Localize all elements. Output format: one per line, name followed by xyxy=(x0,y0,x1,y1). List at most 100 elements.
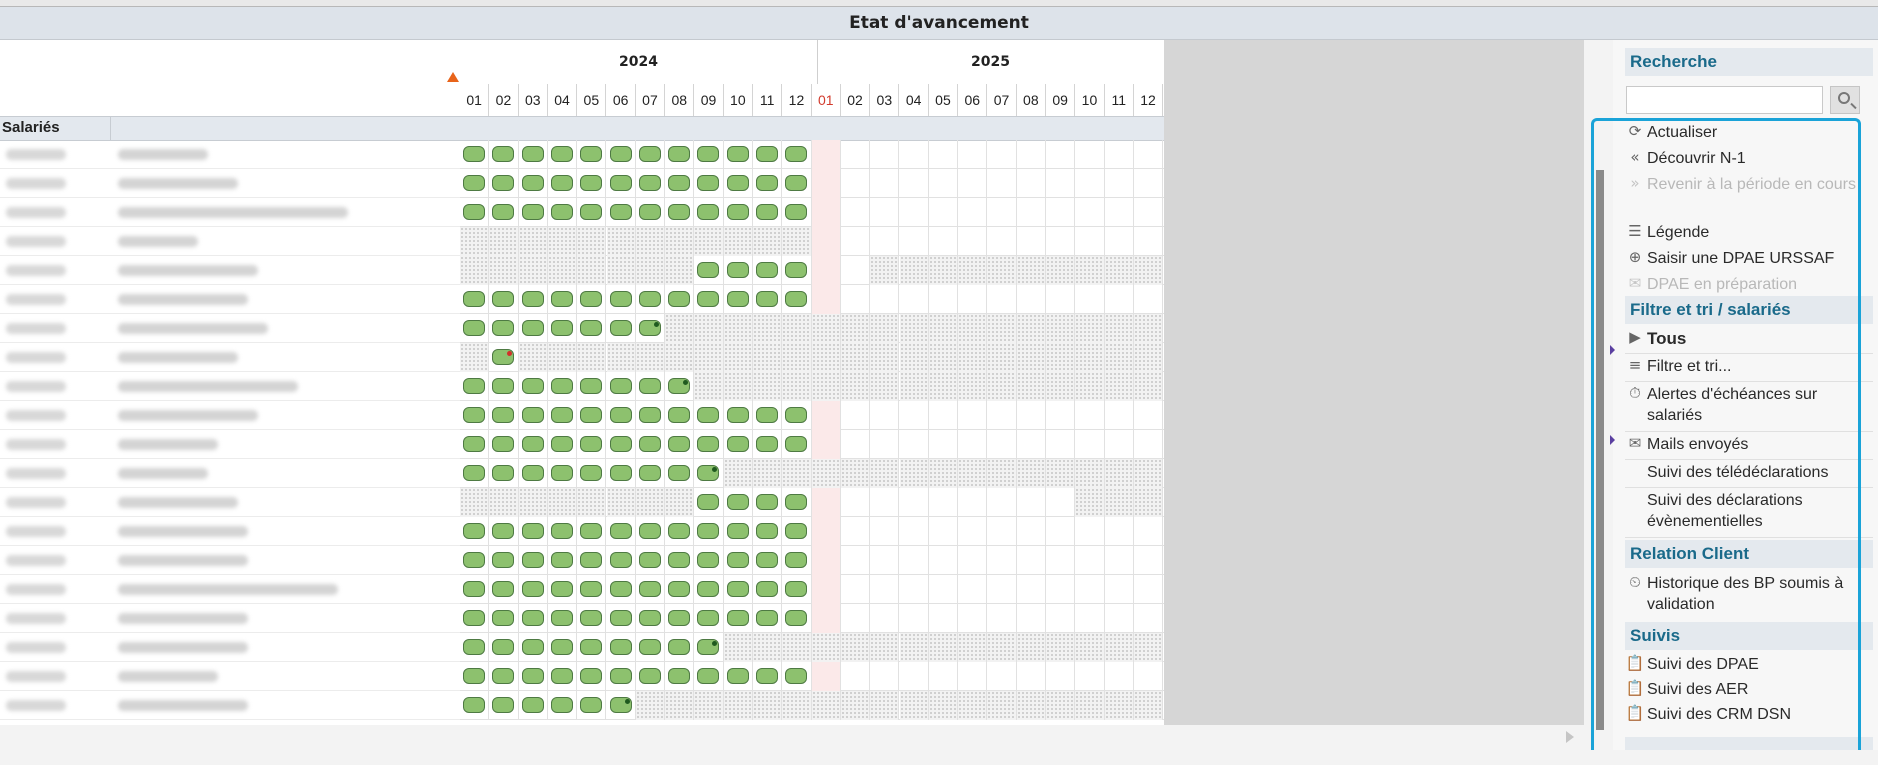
month-cell[interactable] xyxy=(1016,633,1046,662)
status-pill[interactable] xyxy=(492,378,515,394)
status-pill[interactable] xyxy=(638,465,661,481)
month-cell[interactable] xyxy=(753,517,783,546)
month-cell[interactable] xyxy=(811,662,841,691)
month-cell[interactable] xyxy=(928,314,959,343)
status-pill[interactable] xyxy=(785,610,808,626)
status-pill[interactable] xyxy=(638,320,661,336)
month-cell[interactable] xyxy=(460,691,490,720)
month-cell[interactable] xyxy=(987,488,1017,517)
status-pill[interactable] xyxy=(580,204,603,220)
status-pill[interactable] xyxy=(638,639,661,655)
table-row[interactable] xyxy=(460,633,1164,662)
month-cell[interactable] xyxy=(929,546,959,575)
month-cell[interactable] xyxy=(782,575,812,604)
month-cell[interactable] xyxy=(1133,633,1164,662)
month-cell[interactable] xyxy=(665,198,695,227)
month-cell[interactable] xyxy=(987,314,1017,343)
status-pill[interactable] xyxy=(463,552,485,568)
month-cell[interactable] xyxy=(841,285,871,314)
month-cell[interactable] xyxy=(958,517,988,546)
month-cell[interactable] xyxy=(1075,488,1105,517)
status-pill[interactable] xyxy=(638,378,661,394)
month-cell[interactable] xyxy=(1133,372,1164,401)
month-cell[interactable] xyxy=(1134,662,1164,691)
month-cell[interactable] xyxy=(665,401,695,430)
month-cell[interactable] xyxy=(607,198,636,227)
month-cell[interactable] xyxy=(694,430,724,459)
month-cell[interactable] xyxy=(460,169,490,198)
month-cell[interactable] xyxy=(636,372,666,401)
month-cell[interactable] xyxy=(694,372,724,401)
month-cell[interactable] xyxy=(724,169,753,198)
month-cell[interactable] xyxy=(753,459,783,488)
month-cell[interactable] xyxy=(811,372,841,401)
month-cell[interactable] xyxy=(870,662,900,691)
month-cell[interactable] xyxy=(753,285,783,314)
month-cell[interactable] xyxy=(1104,459,1134,488)
table-row[interactable] xyxy=(460,314,1164,343)
month-cell[interactable] xyxy=(548,691,578,720)
month-cell[interactable] xyxy=(519,430,548,459)
month-cell[interactable] xyxy=(811,430,841,459)
month-cell[interactable] xyxy=(958,372,988,401)
status-pill[interactable] xyxy=(521,523,544,539)
month-cell[interactable] xyxy=(723,459,753,488)
month-cell[interactable] xyxy=(811,198,841,227)
month-cell[interactable] xyxy=(840,314,871,343)
status-pill[interactable] xyxy=(697,465,720,481)
month-cell[interactable] xyxy=(460,227,490,256)
month-cell[interactable] xyxy=(665,227,695,256)
month-cell[interactable] xyxy=(489,343,519,372)
status-pill[interactable] xyxy=(668,465,691,481)
month-cell[interactable] xyxy=(489,546,519,575)
month-cell[interactable] xyxy=(460,575,490,604)
month-cell[interactable] xyxy=(723,372,753,401)
month-cell[interactable] xyxy=(606,488,636,517)
search-input[interactable] xyxy=(1626,86,1823,114)
status-pill[interactable] xyxy=(521,407,544,423)
status-pill[interactable] xyxy=(668,523,691,539)
month-cell[interactable] xyxy=(1017,140,1046,169)
status-pill[interactable] xyxy=(463,639,485,655)
month-cell[interactable] xyxy=(635,256,666,285)
status-pill[interactable] xyxy=(463,523,485,539)
month-cell[interactable] xyxy=(782,459,812,488)
month-cell[interactable] xyxy=(723,314,753,343)
month-cell[interactable] xyxy=(665,604,695,633)
month-cell[interactable] xyxy=(460,256,490,285)
month-cell[interactable] xyxy=(519,546,548,575)
month-cell[interactable] xyxy=(548,314,578,343)
month-cell[interactable] xyxy=(1016,343,1046,372)
status-pill[interactable] xyxy=(785,291,808,307)
month-cell[interactable] xyxy=(547,227,578,256)
month-cell[interactable] xyxy=(489,140,519,169)
month-cell[interactable] xyxy=(548,459,578,488)
status-pill[interactable] xyxy=(697,146,720,162)
status-pill[interactable] xyxy=(492,146,515,162)
month-cell[interactable] xyxy=(958,604,988,633)
month-cell[interactable] xyxy=(958,169,988,198)
month-cell[interactable] xyxy=(519,633,548,662)
month-cell[interactable] xyxy=(1016,256,1046,285)
month-cell[interactable] xyxy=(1133,343,1164,372)
month-cell[interactable] xyxy=(782,546,812,575)
employee-row[interactable] xyxy=(0,140,460,169)
month-cell[interactable] xyxy=(1046,459,1076,488)
month-cell[interactable] xyxy=(753,140,783,169)
month-cell[interactable] xyxy=(811,285,841,314)
status-pill[interactable] xyxy=(668,146,691,162)
month-cell[interactable] xyxy=(753,198,783,227)
table-row[interactable] xyxy=(460,401,1164,430)
month-cell[interactable] xyxy=(636,314,666,343)
status-pill[interactable] xyxy=(638,407,661,423)
month-cell[interactable] xyxy=(811,691,841,720)
month-cell[interactable] xyxy=(1105,169,1134,198)
status-pill[interactable] xyxy=(756,552,778,568)
month-cell[interactable] xyxy=(870,227,900,256)
status-pill[interactable] xyxy=(785,175,808,191)
employee-row[interactable] xyxy=(0,372,460,401)
month-cell[interactable] xyxy=(519,169,548,198)
month-cell[interactable] xyxy=(782,401,812,430)
month-cell[interactable] xyxy=(753,430,783,459)
month-cell[interactable] xyxy=(811,401,841,430)
